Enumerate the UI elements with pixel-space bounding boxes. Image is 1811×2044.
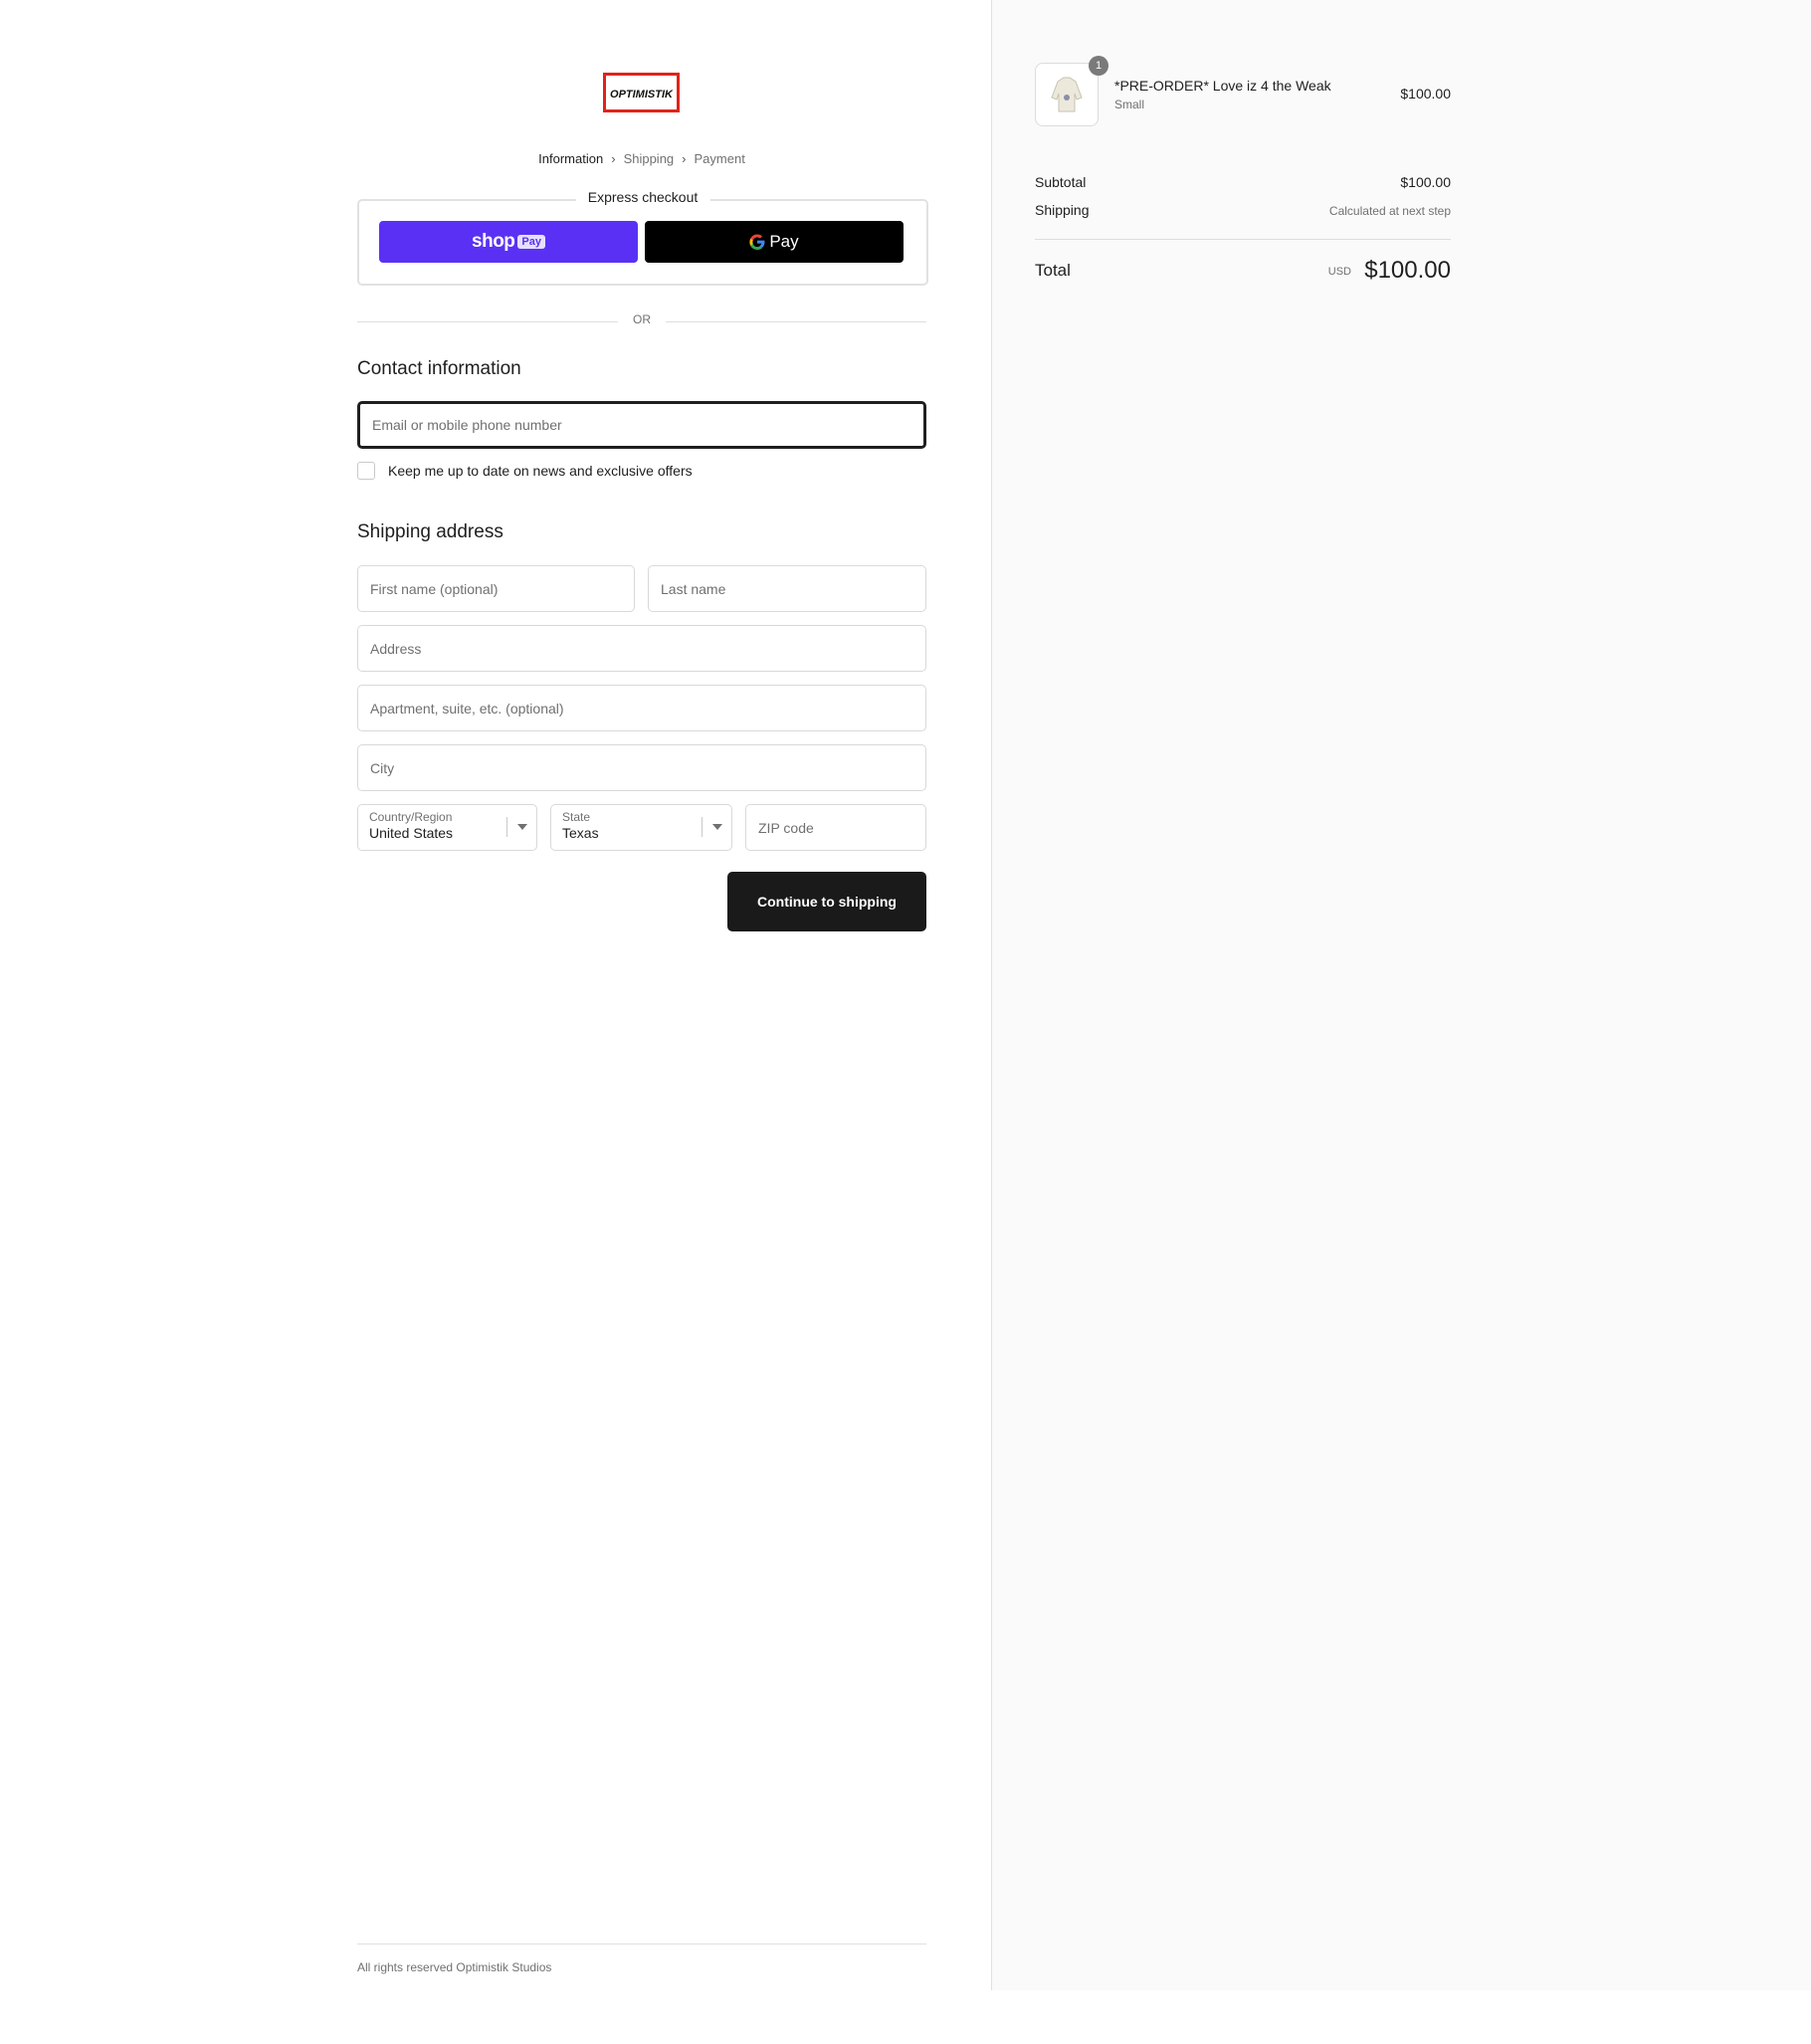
breadcrumb-information[interactable]: Information	[538, 151, 603, 166]
google-g-icon	[749, 234, 765, 250]
quantity-badge: 1	[1089, 56, 1108, 76]
express-checkout-legend: Express checkout	[575, 189, 710, 205]
apartment-field[interactable]	[357, 685, 926, 731]
last-name-field[interactable]	[648, 565, 926, 612]
newsletter-checkbox[interactable]	[357, 462, 375, 480]
first-name-input[interactable]	[358, 566, 634, 611]
shop-pay-badge: Pay	[517, 235, 545, 249]
breadcrumb-shipping: Shipping	[623, 151, 675, 166]
apartment-input[interactable]	[358, 686, 925, 730]
email-input[interactable]	[360, 404, 923, 446]
address-field[interactable]	[357, 625, 926, 672]
continue-to-shipping-button[interactable]: Continue to shipping	[727, 872, 926, 931]
country-select[interactable]: Country/Region United States	[357, 804, 537, 851]
zip-field[interactable]	[745, 804, 926, 851]
shop-pay-button[interactable]: shop Pay	[379, 221, 638, 263]
email-field[interactable]	[357, 401, 926, 449]
subtotal-label: Subtotal	[1035, 174, 1087, 190]
product-variant: Small	[1114, 98, 1145, 111]
order-summary-panel	[991, 0, 1811, 1990]
last-name-input[interactable]	[649, 566, 925, 611]
chevron-down-icon	[517, 824, 527, 830]
newsletter-checkbox-row[interactable]: Keep me up to date on news and exclusive…	[357, 462, 693, 480]
select-separator	[702, 817, 703, 837]
country-label: Country/Region	[369, 810, 453, 824]
total-value: $100.00	[1364, 257, 1451, 284]
chevron-right-icon: ›	[611, 151, 616, 166]
brand-logo[interactable]: OPTIMISTIK	[603, 73, 680, 112]
google-pay-label: Pay	[769, 232, 799, 251]
checkout-main	[0, 0, 991, 2044]
zip-input[interactable]	[746, 805, 925, 850]
country-value: United States	[369, 825, 454, 841]
breadcrumb-payment: Payment	[694, 151, 745, 166]
shop-pay-wordmark: shop	[472, 231, 515, 252]
express-checkout-box: Express checkout shop Pay Pay	[357, 189, 928, 286]
shipping-address-heading: Shipping address	[357, 521, 503, 542]
city-field[interactable]	[357, 744, 926, 791]
hoodie-image	[1051, 77, 1083, 112]
contact-information-heading: Contact information	[357, 358, 521, 379]
chevron-down-icon	[712, 824, 722, 830]
svg-text:OPTIMISTIK: OPTIMISTIK	[610, 89, 674, 101]
newsletter-label: Keep me up to date on news and exclusive…	[388, 463, 693, 479]
subtotal-value: $100.00	[1400, 174, 1451, 190]
or-text: OR	[633, 312, 651, 326]
summary-divider	[1035, 239, 1451, 240]
select-separator	[506, 817, 507, 837]
state-label: State	[562, 810, 591, 824]
product-thumbnail	[1035, 63, 1099, 126]
footer-copyright: All rights reserved Optimistik Studios	[357, 1960, 552, 1974]
product-name: *PRE-ORDER* Love iz 4 the Weak	[1114, 78, 1331, 94]
shipping-label: Shipping	[1035, 202, 1090, 218]
footer-divider	[357, 1943, 926, 1944]
first-name-field[interactable]	[357, 565, 635, 612]
shipping-value: Calculated at next step	[1328, 204, 1451, 218]
state-value: Texas	[562, 825, 599, 841]
address-input[interactable]	[358, 626, 925, 671]
total-label: Total	[1035, 261, 1071, 280]
breadcrumb: Information › Shipping › Payment	[357, 151, 926, 166]
or-divider: OR	[357, 312, 926, 332]
state-select[interactable]: State Texas	[550, 804, 732, 851]
city-input[interactable]	[358, 745, 925, 790]
product-price: $100.00	[1400, 86, 1451, 102]
total-currency: USD	[1327, 266, 1351, 278]
chevron-right-icon: ›	[682, 151, 687, 166]
google-pay-button[interactable]: Pay	[645, 221, 904, 263]
